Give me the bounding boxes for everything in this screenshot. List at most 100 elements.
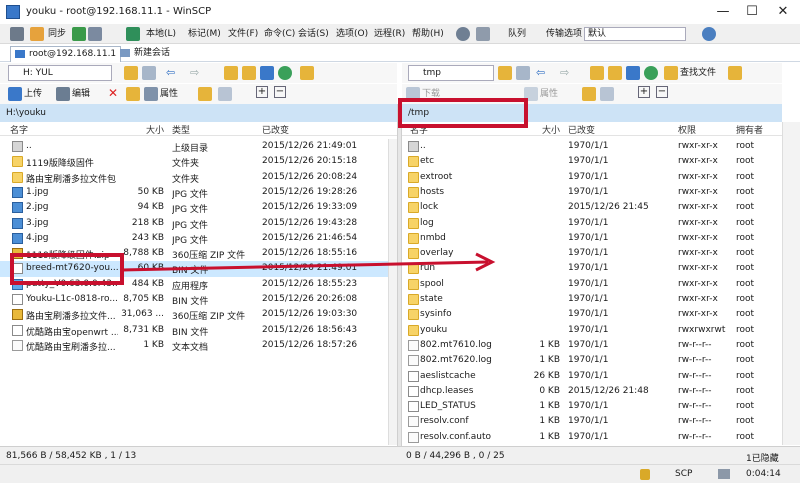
- settings-gear-icon[interactable]: [456, 27, 470, 41]
- local-file-row[interactable]: 3.jpg 218 KB JPG 文件 2015/12/26 19:43:28: [0, 216, 388, 231]
- command-icon[interactable]: [10, 27, 24, 41]
- remote-new-file-icon[interactable]: [600, 87, 614, 101]
- new-folder-icon[interactable]: [198, 87, 212, 101]
- remote-open-folder-icon[interactable]: [498, 66, 512, 80]
- remote-file-row[interactable]: .. 1970/1/1 rwxr-xr-x root: [402, 139, 782, 154]
- local-scrollbar[interactable]: [388, 139, 397, 445]
- transfer-preset-select[interactable]: 默认: [584, 27, 686, 41]
- home-icon[interactable]: [260, 66, 274, 80]
- upload-icon[interactable]: [8, 87, 22, 101]
- local-drive-select[interactable]: H: YUL: [8, 65, 112, 81]
- remote-deselect-all-icon[interactable]: −: [656, 86, 668, 98]
- remote-properties-button[interactable]: 属性: [540, 87, 558, 101]
- local-file-row[interactable]: 1.jpg 50 KB JPG 文件 2015/12/26 19:28:26: [0, 185, 388, 200]
- delete-icon[interactable]: ✕: [108, 86, 118, 100]
- remote-file-row[interactable]: nmbd 1970/1/1 rwxr-xr-x root: [402, 231, 782, 246]
- menu-local[interactable]: 本地(L): [146, 27, 176, 41]
- maximize-icon[interactable]: ☐: [737, 0, 767, 24]
- globe-icon[interactable]: [702, 27, 716, 41]
- remote-file-row[interactable]: etc 1970/1/1 rwxr-xr-x root: [402, 154, 782, 169]
- remote-file-row[interactable]: state 1970/1/1 rwxr-xr-x root: [402, 292, 782, 307]
- sync-browse-icon[interactable]: [30, 27, 44, 41]
- remote-new-folder-icon[interactable]: [582, 87, 596, 101]
- remote-file-row[interactable]: sysinfo 1970/1/1 rwxr-xr-x root: [402, 307, 782, 322]
- col-size[interactable]: 大小: [146, 123, 164, 136]
- refresh-icon[interactable]: [278, 66, 292, 80]
- remote-refresh-icon[interactable]: [644, 66, 658, 80]
- col-name[interactable]: 名字: [10, 123, 28, 136]
- remote-file-row[interactable]: LED_STATUS 1 KB 1970/1/1 rw-r--r-- root: [402, 399, 782, 414]
- remote-file-row[interactable]: aeslistcache 26 KB 1970/1/1 rw-r--r-- root: [402, 369, 782, 384]
- compare-icon[interactable]: [88, 27, 102, 41]
- queue-button[interactable]: 队列: [508, 27, 526, 41]
- col-changed[interactable]: 已改变: [262, 123, 289, 136]
- edit-icon[interactable]: [56, 87, 70, 101]
- remote-bookmark-icon[interactable]: [728, 66, 742, 80]
- local-file-row[interactable]: 路由宝刷潘多拉文件包 文件夹 2015/12/26 20:08:24: [0, 170, 388, 185]
- local-file-row[interactable]: 路由宝刷潘多拉文件... 31,063 ... 360压缩 ZIP 文件 2015/1…: [0, 307, 388, 322]
- rename-icon[interactable]: [126, 87, 140, 101]
- remote-home-icon[interactable]: [626, 66, 640, 80]
- remote-col-size[interactable]: 大小: [542, 123, 560, 136]
- queue-list-icon[interactable]: [476, 27, 490, 41]
- local-file-row[interactable]: 优酷路由宝openwrt ... 8,731 KB BIN 文件 2015/12/26…: [0, 323, 388, 338]
- remote-file-row[interactable]: resolv.conf 1 KB 1970/1/1 rw-r--r-- root: [402, 414, 782, 429]
- col-type[interactable]: 类型: [172, 123, 190, 136]
- local-file-row[interactable]: 4.jpg 243 KB JPG 文件 2015/12/26 21:46:54: [0, 231, 388, 246]
- menu-session[interactable]: 会话(S): [298, 27, 329, 41]
- close-icon[interactable]: ✕: [768, 0, 798, 24]
- remote-file-row[interactable]: 802.mt7610.log 1 KB 1970/1/1 rw-r--r-- root: [402, 338, 782, 353]
- find-files-button[interactable]: 查找文件: [680, 66, 716, 80]
- remote-col-rights[interactable]: 权限: [678, 123, 696, 136]
- forward-arrow-icon[interactable]: ⇨: [190, 66, 199, 79]
- parent-dir-icon[interactable]: [224, 66, 238, 80]
- remote-back-arrow-icon[interactable]: ⇦: [536, 66, 545, 79]
- sync-button[interactable]: 同步: [48, 27, 66, 41]
- tab-new-session[interactable]: 新建会话: [116, 46, 174, 62]
- tab-session-active[interactable]: root@192.168.11.1: [10, 46, 122, 62]
- menu-command[interactable]: 命令(C): [264, 27, 295, 41]
- remote-col-owner[interactable]: 拥有者: [736, 123, 763, 136]
- remote-parent-dir-icon[interactable]: [590, 66, 604, 80]
- properties-icon[interactable]: [144, 87, 158, 101]
- local-file-row[interactable]: 优酷路由宝刷潘多拉... 1 KB 文本文档 2015/12/26 18:57:26: [0, 338, 388, 353]
- menu-remote[interactable]: 远程(R): [374, 27, 405, 41]
- local-file-row[interactable]: Youku-L1c-0818-ro... 8,705 KB BIN 文件 2015/1…: [0, 292, 388, 307]
- find-files-icon[interactable]: [664, 66, 678, 80]
- remote-file-row[interactable]: hosts 1970/1/1 rwxr-xr-x root: [402, 185, 782, 200]
- terminal-icon[interactable]: [126, 27, 140, 41]
- upload-button[interactable]: 上传: [24, 87, 42, 101]
- local-properties-button[interactable]: 属性: [160, 87, 178, 101]
- remote-scrollbar[interactable]: [782, 122, 800, 445]
- new-file-icon[interactable]: [218, 87, 232, 101]
- local-file-row[interactable]: 2.jpg 94 KB JPG 文件 2015/12/26 19:33:09: [0, 200, 388, 215]
- local-file-row[interactable]: .. 上级目录 2015/12/26 21:49:01: [0, 139, 388, 154]
- local-file-row[interactable]: 1119版降级固件 文件夹 2015/12/26 20:15:18: [0, 154, 388, 169]
- menu-mark[interactable]: 标记(M): [188, 27, 221, 41]
- minimize-icon[interactable]: —: [708, 0, 738, 24]
- remote-file-row[interactable]: resolv.conf.auto 1 KB 1970/1/1 rw-r--r-- roo…: [402, 430, 782, 445]
- menu-help[interactable]: 帮助(H): [412, 27, 444, 41]
- open-folder-icon[interactable]: [124, 66, 138, 80]
- remote-file-row[interactable]: lock 2015/12/26 21:45 rwxr-xr-x root: [402, 200, 782, 215]
- remote-file-row[interactable]: extroot 1970/1/1 rwxr-xr-x root: [402, 170, 782, 185]
- remote-file-row[interactable]: dhcp.leases 0 KB 2015/12/26 21:48 rw-r--r--…: [402, 384, 782, 399]
- back-arrow-icon[interactable]: ⇦: [166, 66, 175, 79]
- remote-select-all-icon[interactable]: +: [638, 86, 650, 98]
- root-dir-icon[interactable]: [242, 66, 256, 80]
- bookmark-icon[interactable]: [300, 66, 314, 80]
- remote-root-dir-icon[interactable]: [608, 66, 622, 80]
- local-path-bar[interactable]: H:\youku: [0, 104, 397, 122]
- hidden-count[interactable]: 1已隐藏: [746, 451, 779, 464]
- remote-file-row[interactable]: log 1970/1/1 rwxr-xr-x root: [402, 216, 782, 231]
- sync-icon[interactable]: [72, 27, 86, 41]
- remote-dir-select[interactable]: tmp: [408, 65, 494, 81]
- remote-filter-icon[interactable]: [516, 66, 530, 80]
- select-all-icon[interactable]: +: [256, 86, 268, 98]
- remote-forward-arrow-icon[interactable]: ⇨: [560, 66, 569, 79]
- deselect-all-icon[interactable]: −: [274, 86, 286, 98]
- edit-button[interactable]: 编辑: [72, 87, 90, 101]
- filter-icon[interactable]: [142, 66, 156, 80]
- menu-options[interactable]: 选项(O): [336, 27, 368, 41]
- remote-col-changed[interactable]: 已改变: [568, 123, 595, 136]
